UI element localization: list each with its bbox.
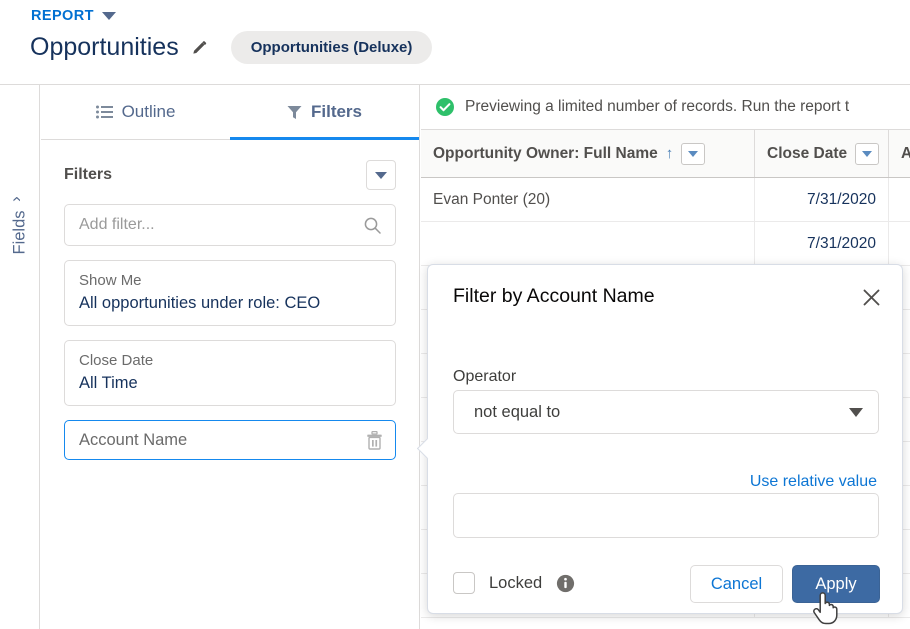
breadcrumb-label: REPORT bbox=[31, 8, 94, 24]
search-icon bbox=[364, 217, 381, 234]
panel-tabs: Outline Filters bbox=[41, 85, 419, 140]
success-check-icon bbox=[435, 97, 455, 117]
preview-banner: Previewing a limited number of records. … bbox=[421, 85, 910, 130]
close-button[interactable] bbox=[858, 284, 884, 310]
add-filter-placeholder: Add filter... bbox=[79, 216, 155, 233]
info-icon[interactable] bbox=[556, 574, 575, 593]
cell-close-date: 7/31/2020 bbox=[755, 178, 889, 221]
locked-checkbox[interactable] bbox=[453, 572, 475, 594]
cell-third bbox=[889, 222, 910, 265]
cell-close-date: 7/31/2020 bbox=[755, 222, 889, 265]
fields-rail-label: Fields bbox=[10, 210, 29, 255]
tab-filters-label: Filters bbox=[310, 102, 363, 121]
tab-filters[interactable]: Filters bbox=[230, 85, 419, 140]
popover-title: Filter by Account Name bbox=[453, 285, 655, 307]
caret-down-icon bbox=[688, 150, 699, 157]
report-type-breadcrumb[interactable]: REPORT bbox=[31, 8, 116, 24]
popover-actions: Cancel Apply bbox=[690, 565, 880, 603]
caret-down-icon bbox=[862, 150, 873, 157]
column-header-label: Opportunity Owner: Full Name bbox=[433, 144, 658, 162]
column-header-label: Close Date bbox=[767, 144, 848, 162]
filters-panel: Outline Filters Filters Add filter... Sh… bbox=[41, 85, 420, 629]
operator-select[interactable]: not equal to bbox=[453, 390, 879, 434]
column-menu-button[interactable] bbox=[681, 142, 706, 165]
table-row[interactable]: 7/31/2020 bbox=[421, 222, 910, 266]
filter-value: All Time bbox=[79, 374, 138, 392]
tab-outline[interactable]: Outline bbox=[41, 85, 230, 139]
add-filter-input[interactable]: Add filter... bbox=[64, 204, 396, 246]
close-icon bbox=[863, 289, 880, 306]
filter-label: Close Date bbox=[79, 352, 154, 369]
cell-owner: Evan Ponter (20) bbox=[421, 178, 755, 221]
operator-selected-value: not equal to bbox=[474, 402, 561, 421]
filter-card-show-me[interactable]: Show Me All opportunities under role: CE… bbox=[64, 260, 396, 326]
column-menu-button[interactable] bbox=[855, 142, 880, 165]
report-type-pill[interactable]: Opportunities (Deluxe) bbox=[230, 30, 433, 64]
operator-label: Operator bbox=[453, 368, 517, 385]
filter-label: Show Me bbox=[79, 272, 142, 289]
use-relative-value-link[interactable]: Use relative value bbox=[750, 473, 877, 491]
filter-popover: Filter by Account Name Operator not equa… bbox=[416, 264, 903, 614]
column-header-label: A bbox=[901, 144, 910, 162]
cell-third bbox=[889, 178, 910, 221]
report-builder-app: REPORT Opportunities Opportunities (Delu… bbox=[0, 0, 910, 629]
caret-down-icon bbox=[375, 171, 387, 179]
outline-list-icon bbox=[95, 105, 113, 119]
tab-outline-label: Outline bbox=[121, 102, 176, 121]
filters-section-title: Filters bbox=[64, 166, 113, 183]
table-row[interactable]: Evan Ponter (20) 7/31/2020 bbox=[421, 178, 910, 222]
filters-menu-button[interactable] bbox=[366, 160, 396, 190]
cell-owner bbox=[421, 222, 755, 265]
apply-button[interactable]: Apply bbox=[792, 565, 880, 603]
column-header-third[interactable]: A bbox=[889, 130, 910, 177]
filter-card-account-name[interactable]: Account Name bbox=[64, 420, 396, 460]
title-row: Opportunities Opportunities (Deluxe) bbox=[30, 30, 433, 64]
filter-label: Account Name bbox=[79, 430, 188, 449]
locked-row: Locked bbox=[453, 572, 575, 594]
page-title: Opportunities bbox=[30, 33, 179, 61]
column-header-close-date[interactable]: Close Date bbox=[755, 130, 889, 177]
filter-card-close-date[interactable]: Close Date All Time bbox=[64, 340, 396, 406]
filters-section-header: Filters bbox=[41, 140, 419, 190]
funnel-icon bbox=[287, 105, 302, 120]
pencil-icon[interactable] bbox=[191, 38, 209, 56]
caret-down-icon[interactable] bbox=[101, 12, 116, 20]
column-header-opportunity-owner[interactable]: Opportunity Owner: Full Name ↑ bbox=[421, 130, 755, 177]
cancel-button[interactable]: Cancel bbox=[690, 565, 783, 603]
preview-banner-message: Previewing a limited number of records. … bbox=[465, 98, 850, 115]
filter-value-input[interactable] bbox=[453, 493, 879, 538]
page-header: REPORT Opportunities Opportunities (Delu… bbox=[0, 0, 910, 85]
table-header-row: Opportunity Owner: Full Name ↑ Close Dat… bbox=[421, 130, 910, 178]
sort-asc-arrow-icon[interactable]: ↑ bbox=[666, 146, 674, 161]
fields-rail[interactable]: › Fields bbox=[0, 85, 40, 629]
locked-label: Locked bbox=[489, 573, 543, 592]
trash-icon[interactable] bbox=[366, 430, 383, 450]
caret-down-icon bbox=[849, 407, 863, 417]
filter-value: All opportunities under role: CEO bbox=[79, 294, 321, 312]
